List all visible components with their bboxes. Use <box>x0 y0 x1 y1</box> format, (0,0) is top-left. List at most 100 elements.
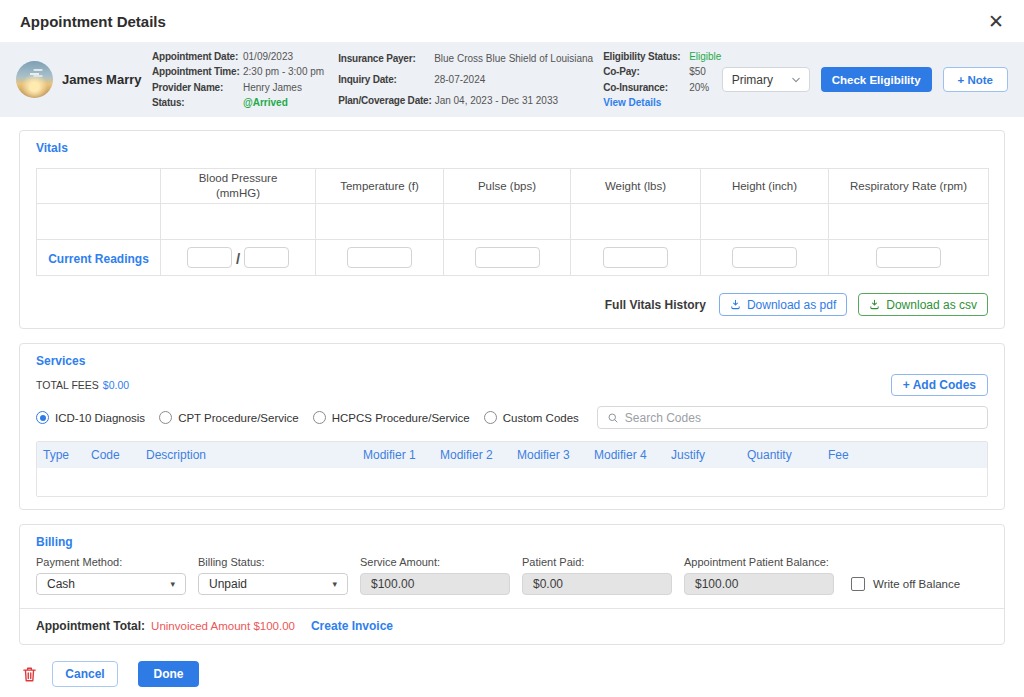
radio-custom[interactable]: Custom Codes <box>484 411 579 424</box>
col-quantity: Quantity <box>747 448 828 462</box>
bp-slash: / <box>236 250 240 267</box>
payment-method-select[interactable]: Cash▾ <box>36 573 186 595</box>
vitals-title: Vitals <box>36 141 988 155</box>
coinsurance-value: 20% <box>689 80 709 96</box>
patient-balance-label: Appointment Patient Balance: <box>684 556 834 568</box>
eligibility-status-label: Eligibility Status: <box>603 49 689 65</box>
col-type: Type <box>43 448 91 462</box>
temperature-input[interactable] <box>347 247 412 268</box>
services-table-body <box>37 468 987 496</box>
search-codes-field[interactable] <box>597 406 988 429</box>
copay-label: Co-Pay: <box>603 64 689 80</box>
vitals-table: Blood Pressure(mmHG) Temperature (f) Pul… <box>36 168 989 276</box>
dialog-header: Appointment Details ✕ <box>0 0 1024 42</box>
patient-balance-input: $100.00 <box>684 573 834 595</box>
bp-systolic-input[interactable] <box>187 247 232 268</box>
service-amount-input: $100.00 <box>360 573 510 595</box>
radio-icon <box>159 411 172 424</box>
billing-status-select[interactable]: Unpaid▾ <box>198 573 348 595</box>
pulse-input[interactable] <box>475 247 540 268</box>
status-value: @Arrived <box>243 95 288 111</box>
avatar <box>16 61 53 98</box>
vitals-empty-row <box>37 204 989 240</box>
plan-coverage-label: Plan/Coverage Date: <box>338 90 434 111</box>
coinsurance-label: Co-Insurance: <box>603 80 689 96</box>
patient-name: James Marry <box>62 72 142 87</box>
check-eligibility-button[interactable]: Check Eligibility <box>821 67 932 92</box>
vitals-col-blood-pressure: Blood Pressure(mmHG) <box>161 169 316 204</box>
inquiry-date-value: 28-07-2024 <box>434 69 485 90</box>
vitals-col-height: Height (inch) <box>701 169 829 204</box>
insurance-info: Insurance Payer:Blue Cross Blue Shield o… <box>338 48 593 111</box>
service-amount-label: Service Amount: <box>360 556 510 568</box>
appointment-date-label: Appointment Date: <box>152 49 243 65</box>
vitals-col-respiratory: Respiratory Rate (rpm) <box>829 169 989 204</box>
page-title: Appointment Details <box>20 13 166 30</box>
total-fees-value: $0.00 <box>103 379 129 391</box>
add-note-button[interactable]: + Note <box>943 67 1008 92</box>
appointment-time-label: Appointment Time: <box>152 64 243 80</box>
payment-method-label: Payment Method: <box>36 556 186 568</box>
download-icon <box>869 299 880 310</box>
provider-name-value: Henry James <box>243 80 302 96</box>
add-codes-button[interactable]: + Add Codes <box>891 374 988 396</box>
bp-diastolic-input[interactable] <box>244 247 289 268</box>
write-off-label: Write off Balance <box>873 578 960 590</box>
weight-input[interactable] <box>603 247 668 268</box>
radio-hcpcs[interactable]: HCPCS Procedure/Service <box>313 411 470 424</box>
col-modifier3: Modifier 3 <box>517 448 594 462</box>
radio-cpt[interactable]: CPT Procedure/Service <box>159 411 299 424</box>
view-details-link[interactable]: View Details <box>603 95 661 111</box>
caret-down-icon: ▾ <box>170 579 175 589</box>
eligibility-info: Eligibility Status:Eligible Co-Pay:$50 C… <box>603 49 721 111</box>
provider-name-label: Provider Name: <box>152 80 243 96</box>
chevron-down-icon <box>792 76 800 84</box>
cancel-button[interactable]: Cancel <box>52 661 118 687</box>
radio-icon <box>313 411 326 424</box>
insurance-type-value: Primary <box>732 73 773 87</box>
vitals-section: Vitals Blood Pressure(mmHG) Temperature … <box>19 130 1005 329</box>
create-invoice-link[interactable]: Create Invoice <box>311 619 393 633</box>
status-label: Status: <box>152 95 243 111</box>
eligibility-status-value: Eligible <box>689 49 721 65</box>
vitals-col-weight: Weight (lbs) <box>571 169 701 204</box>
delete-icon[interactable] <box>22 666 37 683</box>
copay-value: $50 <box>689 64 706 80</box>
radio-icon <box>484 411 497 424</box>
appointment-total-label: Appointment Total: <box>36 619 145 633</box>
patient-summary-bar: James Marry Appointment Date:01/09/2023 … <box>0 42 1024 117</box>
col-description: Description <box>146 448 363 462</box>
uninvoiced-amount: Uninvoiced Amount $100.00 <box>151 620 295 632</box>
search-icon <box>607 412 619 424</box>
radio-icd10[interactable]: ICD-10 Diagnosis <box>36 411 145 424</box>
patient-paid-input: $0.00 <box>522 573 672 595</box>
billing-status-label: Billing Status: <box>198 556 348 568</box>
write-off-balance[interactable]: Write off Balance <box>851 573 960 595</box>
full-vitals-history-label: Full Vitals History <box>605 298 706 312</box>
current-readings-label: Current Readings <box>48 252 149 266</box>
insurance-type-select[interactable]: Primary <box>722 67 810 92</box>
services-title: Services <box>36 354 988 368</box>
col-code: Code <box>91 448 146 462</box>
col-justify: Justify <box>671 448 747 462</box>
close-icon[interactable]: ✕ <box>988 12 1004 31</box>
height-input[interactable] <box>732 247 797 268</box>
download-pdf-button[interactable]: Download as pdf <box>719 293 847 316</box>
search-codes-input[interactable] <box>625 411 978 425</box>
services-table: Type Code Description Modifier 1 Modifie… <box>36 441 988 497</box>
billing-section: Billing Payment Method: Cash▾ Billing St… <box>19 524 1005 645</box>
download-csv-button[interactable]: Download as csv <box>858 293 988 316</box>
respiratory-input[interactable] <box>876 247 941 268</box>
vitals-col-empty <box>37 169 161 204</box>
services-section: Services TOTAL FEES $0.00 + Add Codes IC… <box>19 343 1005 510</box>
vitals-current-readings-row: Current Readings / <box>37 240 989 276</box>
col-modifier2: Modifier 2 <box>440 448 517 462</box>
caret-down-icon: ▾ <box>332 579 337 589</box>
appointment-info: Appointment Date:01/09/2023 Appointment … <box>152 49 324 111</box>
insurance-payer-value: Blue Cross Blue Shield of Louisiana <box>434 48 593 69</box>
patient-paid-label: Patient Paid: <box>522 556 672 568</box>
done-button[interactable]: Done <box>138 661 199 687</box>
plan-coverage-value: Jan 04, 2023 - Dec 31 2033 <box>435 90 558 111</box>
insurance-payer-label: Insurance Payer: <box>338 48 434 69</box>
checkbox-icon[interactable] <box>851 577 865 591</box>
